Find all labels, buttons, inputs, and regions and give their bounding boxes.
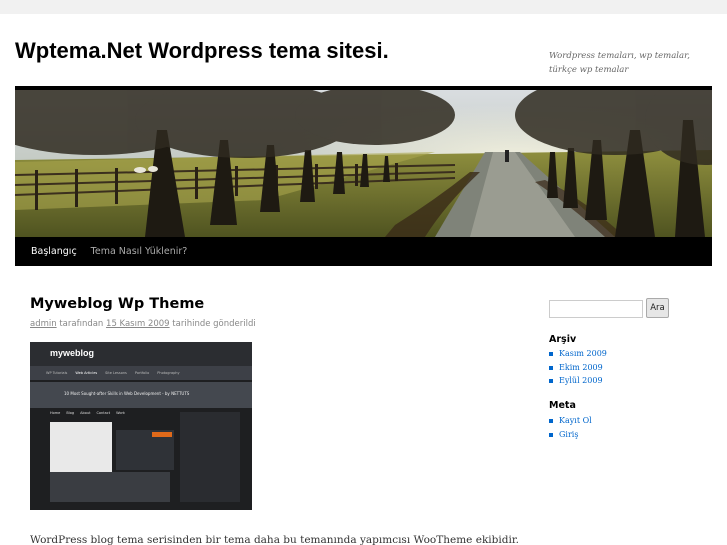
nav-item-home[interactable]: Başlangıç: [15, 237, 84, 266]
archive-item[interactable]: Eylül 2009: [549, 374, 607, 388]
thumbnail-tab: Blog: [66, 411, 75, 415]
archive-item-label: Eylül 2009: [559, 376, 603, 385]
thumbnail-nav-item: Web Articles: [75, 371, 98, 375]
thumbnail-content-bottom: [50, 472, 170, 502]
thumbnail-nav-item: Photography: [157, 371, 180, 375]
page-wrapper: Wptema.Net Wordpress tema sitesi. Wordpr…: [0, 14, 727, 545]
meta-item-label: Giriş: [559, 429, 579, 439]
header-image: [15, 90, 712, 237]
bullet-icon: [549, 352, 553, 356]
archive-widget-title: Arşiv: [549, 334, 577, 345]
post-excerpt: WordPress blog tema serisinden bir tema …: [30, 534, 520, 545]
thumbnail-tab: Contact: [96, 411, 111, 415]
archive-item[interactable]: Kasım 2009: [549, 347, 607, 361]
post-date-link[interactable]: 15 Kasım 2009: [106, 319, 170, 329]
thumbnail-nav-item: WP Tutorials: [46, 371, 68, 375]
post-title[interactable]: Myweblog Wp Theme: [30, 296, 204, 312]
post-author-link[interactable]: admin: [30, 319, 57, 329]
thumbnail-orange-tab: [152, 432, 172, 437]
thumbnail-header: myweblog: [30, 342, 252, 366]
post-meta: admin tarafından 15 Kasım 2009 tarihinde…: [30, 319, 256, 329]
thumbnail-nav: WP Tutorials Web Articles Site Lessons P…: [30, 366, 252, 380]
bullet-icon: [549, 379, 553, 383]
meta-widget-title: Meta: [549, 400, 576, 411]
post-meta-by: tarafından: [59, 319, 104, 329]
bullet-icon: [549, 365, 553, 370]
thumbnail-featured-title: 10 Most Sought-after Skills in Web Devel…: [64, 391, 190, 396]
nav-item-theme-install[interactable]: Tema Nasıl Yüklenir?: [84, 237, 195, 266]
thumbnail-logo: myweblog: [50, 348, 95, 358]
main-nav: Başlangıç Tema Nasıl Yüklenir?: [15, 237, 712, 266]
thumbnail-nav-item: Portfolio: [134, 371, 150, 375]
meta-list: Kayıt Ol Giriş: [549, 414, 592, 441]
search-button[interactable]: Ara: [646, 298, 669, 318]
site-description: Wordpress temaları, wp temalar, türkçe w…: [549, 51, 690, 75]
meta-item[interactable]: Giriş: [549, 428, 592, 442]
site-title[interactable]: Wptema.Net Wordpress tema sitesi.: [15, 38, 389, 64]
bullet-icon: [549, 432, 553, 437]
meta-item[interactable]: Kayıt Ol: [549, 414, 592, 428]
thumbnail-tab: Home: [50, 411, 61, 415]
thumbnail-tab: About: [80, 411, 91, 415]
thumbnail-content-right: [180, 412, 240, 502]
archive-item-label: Ekim 2009: [559, 362, 603, 372]
thumbnail-featured: 10 Most Sought-after Skills in Web Devel…: [30, 382, 252, 408]
thumbnail-tab: Work: [116, 411, 125, 415]
meta-item-label: Kayıt Ol: [559, 416, 592, 425]
bullet-icon: [549, 419, 553, 423]
thumbnail-nav-item: Site Lessons: [105, 371, 127, 375]
thumbnail-tabs: Home Blog About Contact Work: [50, 411, 170, 419]
post-thumbnail[interactable]: myweblog WP Tutorials Web Articles Site …: [30, 342, 252, 510]
post-meta-posted: tarihinde gönderildi: [172, 319, 256, 329]
archive-list: Kasım 2009 Ekim 2009 Eylül 2009: [549, 347, 607, 388]
archive-item-label: Kasım 2009: [559, 349, 607, 358]
archive-item[interactable]: Ekim 2009: [549, 361, 607, 375]
search-input[interactable]: [549, 300, 643, 318]
